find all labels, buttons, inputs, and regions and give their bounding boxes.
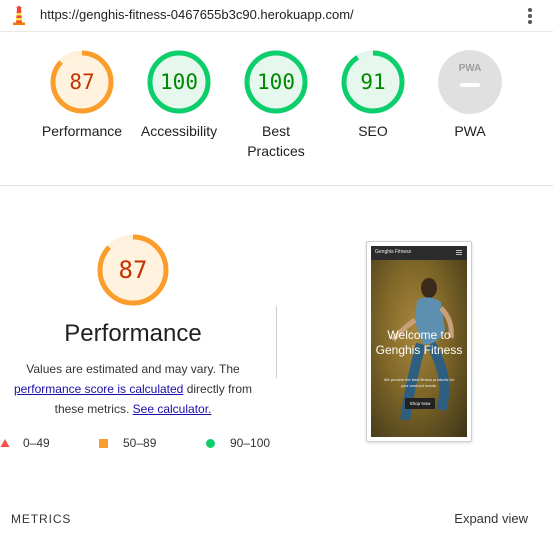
desc-text: Values are estimated and may vary. The [26,362,240,376]
pwa-badge: PWA [438,50,502,114]
performance-score: 87 [119,256,148,284]
gauge-accessibility[interactable]: 100 Accessibility [124,49,234,141]
site-brand: Genghis Fitness [375,249,412,255]
desc-text: these metrics. [54,402,130,416]
see-calculator-link[interactable]: See calculator. [133,402,212,416]
lighthouse-icon [13,5,25,25]
hero-heading: Welcome to Genghis Fitness [375,328,463,357]
gauge-label: SEO [358,123,388,139]
gauge-score: 91 [360,70,385,94]
category-gauges: 87 Performance 100 Accessibility 100 Bes… [0,31,553,186]
score-legend: 0–49 50–89 90–100 [0,436,290,452]
screenshot-viewport: Welcome to Genghis Fitness We provide th… [371,246,467,437]
more-vert-icon[interactable] [528,8,532,24]
shop-now-button: Shop Now [405,398,435,409]
legend-fail-range: 0–49 [23,436,50,450]
final-screenshot[interactable]: Welcome to Genghis Fitness We provide th… [366,241,472,442]
gauge-label: Performance [41,123,123,139]
hamburger-icon [456,250,462,256]
expand-view-toggle[interactable]: Expand view [454,511,528,526]
score-calculated-link[interactable]: performance score is calculated [14,382,183,396]
gauge-pwa[interactable]: PWA PWA [415,49,525,141]
gauge-seo[interactable]: 91 SEO [318,49,428,141]
gauge-label: Accessibility [140,123,218,139]
site-navbar: Genghis Fitness [371,246,467,260]
gauge-best-practices[interactable]: 100 Best Practices [221,49,331,161]
gauge-label: PWA [454,123,486,139]
gauge-ring: 87 [97,234,169,306]
gauge-performance[interactable]: 87 Performance [27,49,137,141]
triangle-icon [0,439,10,447]
hero-subtext: We provide the best fitness products for… [383,377,455,388]
gauge-score: 100 [160,70,198,94]
gauge-label: Best Practices [247,123,305,159]
gauge-ring: 91 [341,50,405,114]
divider [276,306,277,378]
legend-pass-range: 90–100 [230,436,271,450]
gauge-score: 100 [257,70,295,94]
pwa-logo-text: PWA [459,63,482,74]
square-icon [99,439,108,448]
desc-text: directly from [186,382,253,396]
gauge-ring: 87 [50,50,114,114]
dash-icon [460,83,480,87]
performance-description: Values are estimated and may vary. The p… [0,359,266,419]
gauge-ring: 100 [147,50,211,114]
performance-title: Performance [64,320,202,347]
report-header: https://genghis-fitness-0467655b3c90.her… [0,0,553,32]
gauge-score: 87 [69,70,94,94]
circle-icon [206,439,215,448]
metrics-heading: METRICS [11,512,72,526]
gauge-ring: 100 [244,50,308,114]
performance-gauge-large: 87 [0,233,266,312]
hero-image: Welcome to Genghis Fitness We provide th… [371,260,467,437]
legend-average-range: 50–89 [123,436,157,450]
page-url: https://genghis-fitness-0467655b3c90.her… [40,7,354,22]
